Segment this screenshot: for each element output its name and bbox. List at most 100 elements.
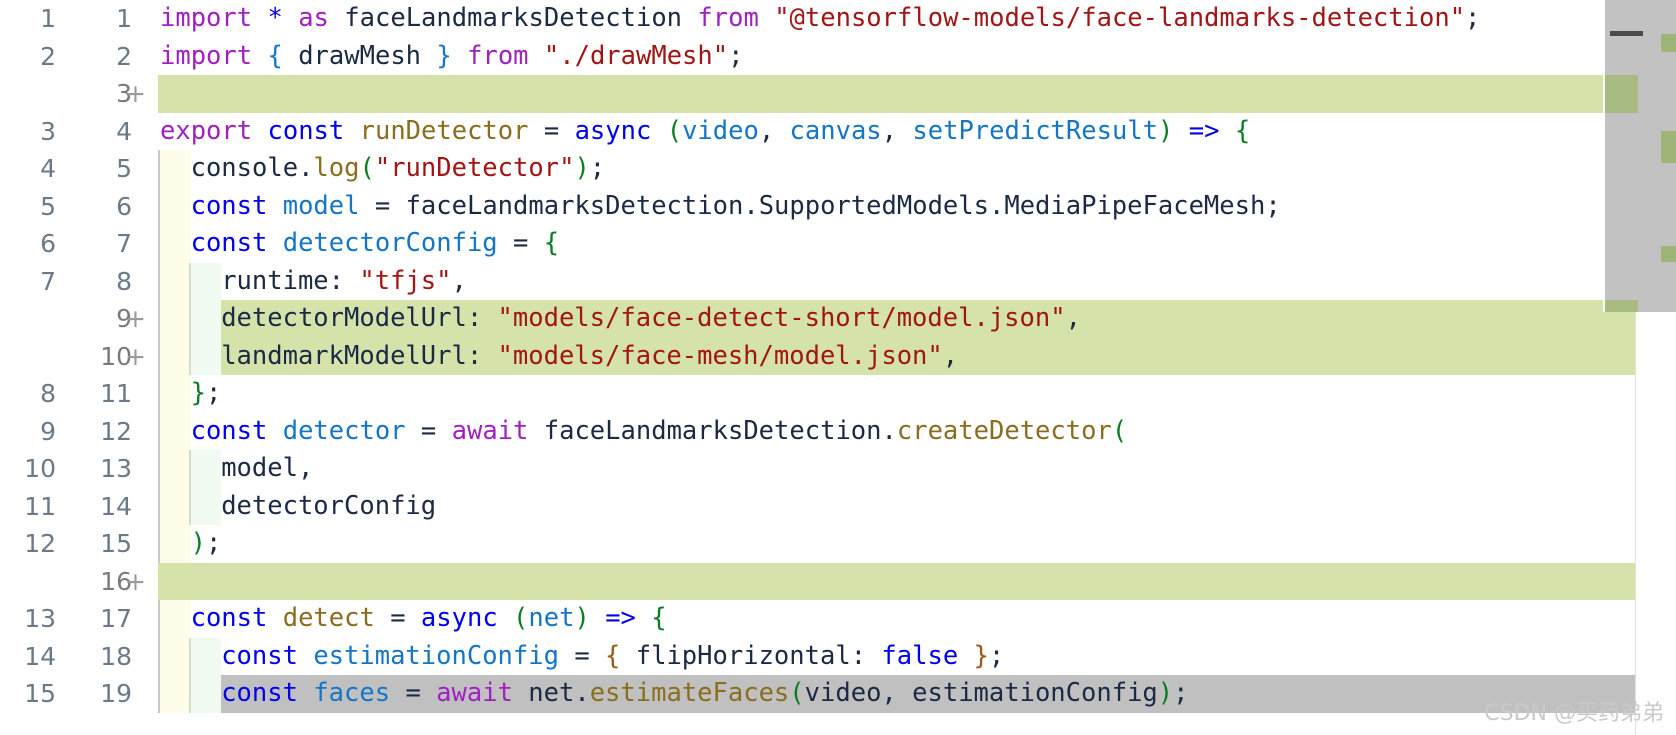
token-p: . [298,153,314,183]
code-tokens: }; [191,375,222,413]
code-tokens: import { drawMesh } from "./drawMesh"; [160,38,743,76]
added-line-plus-icon: + [125,341,146,371]
gutter-new-line-number: 17 [100,604,132,633]
minimap-scroll-thumb[interactable] [1610,31,1643,36]
token-p: , [881,678,913,708]
code-line-4[interactable]: 3 4 export const runDetector = async (vide… [0,113,1676,151]
code-line-18[interactable]: 14 18 const estimationConfig = { flipHoriz… [0,637,1676,675]
overview-ruler-change-marker[interactable] [1661,34,1676,52]
code-line-content[interactable]: model, [158,450,1635,488]
token-p: ; [1465,3,1481,33]
code-line-9[interactable]: 9 + detectorModelUrl: "models/face-detect-… [0,300,1676,338]
token-br: ( [513,603,529,633]
gutter-new-line-number: 8 [116,266,132,296]
token-p [636,603,651,633]
code-line-content[interactable]: }; [158,375,1635,413]
code-line-content[interactable]: detectorModelUrl: "models/face-detect-sh… [158,300,1635,338]
token-p [1219,116,1234,146]
token-p: net [528,678,575,708]
code-line-11[interactable]: 8 11}; [0,375,1676,413]
token-k: import [160,40,253,71]
code-line-content[interactable]: export const runDetector = async (video,… [158,113,1635,151]
code-line-content[interactable]: import { drawMesh } from "./drawMesh"; [158,38,1635,76]
code-line-7[interactable]: 6 7 const detectorConfig = { [0,225,1676,263]
token-p: faceLandmarksDetection [543,415,882,446]
indent-guide-level-1 [158,337,191,375]
token-p [252,3,267,33]
code-tokens: runtime: "tfjs", [221,263,467,301]
code-line-content[interactable]: import * as faceLandmarksDetection from … [158,0,1635,38]
code-line-content[interactable]: landmarkModelUrl: "models/face-mesh/mode… [158,337,1635,375]
gutter-new-line-number: 4 [116,116,132,146]
token-p [528,416,543,446]
gutter-new-line-number: 19 [100,679,132,708]
token-br: ( [789,678,805,708]
gutter-new-line-number: 16 [100,566,132,596]
token-kw: const [267,115,345,146]
code-line-16[interactable]: 16 + [0,562,1676,600]
token-p: = [574,640,590,671]
code-tokens: model, [221,450,313,488]
code-line-content[interactable] [158,75,1635,113]
code-line-14[interactable]: 11 14 detectorConfig [0,487,1676,525]
code-line-content[interactable]: const detect = async (net) => { [158,600,1635,638]
token-k: from [467,40,529,71]
csdn-watermark: CSDN @买药弟弟 [1484,701,1664,726]
gutter-old-line-number: 12 [24,529,56,558]
token-p: : [466,340,498,371]
code-line-19[interactable]: 15 19 const faces = await net.estimateFace… [0,675,1676,713]
token-p [267,191,282,221]
token-s: "@tensorflow-models/face-landmarks-detec… [774,3,1466,33]
code-line-content[interactable]: const detector = await faceLandmarksDete… [158,412,1635,450]
code-line-content[interactable]: detectorConfig [158,487,1635,525]
code-line-5[interactable]: 4 5 console.log("runDetector"); [0,150,1676,188]
code-line-17[interactable]: 13 17 const detect = async (net) => { [0,600,1676,638]
token-k: export [160,115,253,146]
indent-guide-level-1 [158,637,191,675]
token-v: estimationConfig [313,640,559,671]
code-tokens: const detect = async (net) => { [191,600,667,638]
token-p [529,116,544,146]
code-line-6[interactable]: 5 6 const model = faceLandmarksDetection.S… [0,187,1676,225]
code-line-content[interactable]: const estimationConfig = { flipHorizonta… [158,637,1635,675]
code-line-content[interactable]: runtime: "tfjs", [158,262,1635,301]
gutter-new-line-number: 9 [116,304,132,333]
code-line-content[interactable]: ); [158,525,1635,563]
gutter-new-line-number: 7 [116,229,132,258]
gutter-old-line-number: 15 [24,679,56,708]
gutter-new-line-number: 6 [116,191,132,221]
token-p [759,3,774,33]
code-line-15[interactable]: 12 15); [0,525,1676,563]
token-p [513,678,528,708]
gutter-old-line-number: 9 [40,416,56,446]
code-diff-editor[interactable]: 1 1 import * as faceLandmarksDetection fro… [0,0,1676,735]
gutter-old-line-number: 5 [40,191,56,221]
code-line-1[interactable]: 1 1 import * as faceLandmarksDetection fro… [0,0,1676,38]
overview-ruler-change-marker[interactable] [1661,131,1676,163]
token-p [390,191,405,221]
indent-guide-level-1 [158,675,191,713]
code-line-10[interactable]: 10 + landmarkModelUrl: "models/face-mesh/m… [0,337,1676,375]
token-kw: const [221,640,298,671]
code-line-content[interactable]: const detectorConfig = { [158,225,1635,263]
token-s: "./drawMesh" [543,40,729,71]
code-line-3[interactable]: 3 + [0,75,1676,113]
code-line-content[interactable]: console.log("runDetector"); [158,150,1635,188]
code-line-13[interactable]: 10 13 model, [0,450,1676,488]
token-p [958,641,973,671]
gutter-new-line-number: 14 [100,491,132,521]
code-line-content[interactable] [158,562,1635,600]
code-line-2[interactable]: 2 2 import { drawMesh } from "./drawMesh"; [0,38,1676,76]
code-line-content[interactable]: const model = faceLandmarksDetection.Sup… [158,187,1635,225]
token-p [406,416,421,446]
token-kw: const [221,678,298,708]
token-v: detectorConfig [282,228,498,258]
overview-ruler-change-marker[interactable] [1661,246,1676,262]
code-line-8[interactable]: 7 8 runtime: "tfjs", [0,262,1676,301]
token-s: "models/face-detect-short/model.json" [497,303,1066,333]
token-kw: async [574,115,652,146]
token-p [267,603,282,633]
code-line-12[interactable]: 9 12 const detector = await faceLandmarksD… [0,412,1676,450]
code-line-content[interactable]: const faces = await net.estimateFaces(vi… [158,675,1635,713]
token-p: , [881,115,913,146]
